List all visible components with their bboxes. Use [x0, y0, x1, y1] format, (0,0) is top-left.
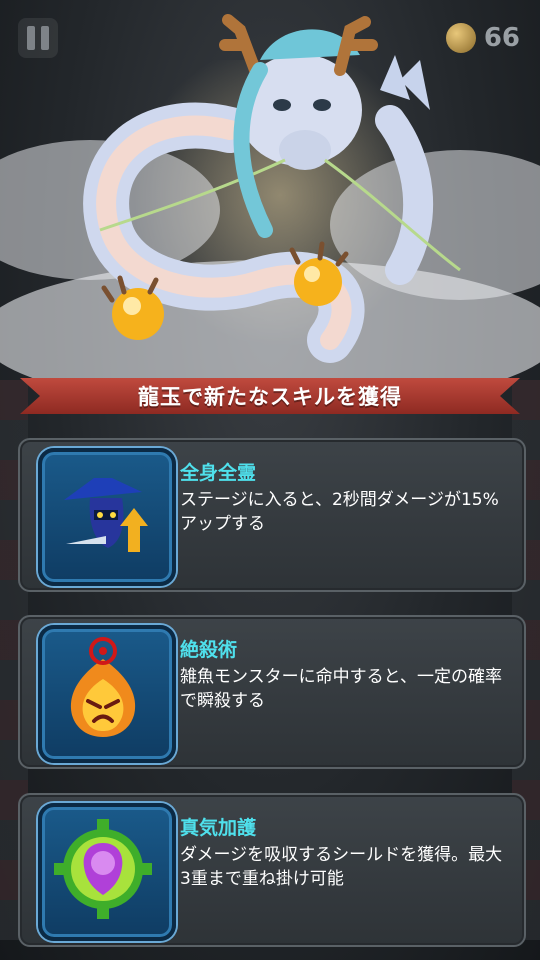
skill-card[interactable]: 全身全霊 ステージに入ると、2秒間ダメージが15%アップする	[18, 438, 526, 592]
pause-icon	[27, 26, 35, 50]
coin-count: 66	[483, 23, 520, 53]
ninja-sword-powerup-icon	[64, 478, 148, 552]
angry-flame-face-icon	[70, 637, 136, 737]
coin-counter: 66	[445, 18, 520, 58]
banner-title: 龍玉で新たなスキルを獲得	[138, 385, 402, 409]
skill-description: ステージに入ると、2秒間ダメージが15%アップする	[180, 490, 499, 534]
skill-name: 絶殺術	[180, 639, 238, 661]
leaf-coin-icon	[445, 23, 476, 53]
pause-icon-bar	[41, 26, 49, 50]
skill-banner: 龍玉で新たなスキルを獲得	[20, 378, 520, 414]
skill-icon-frame	[38, 448, 176, 586]
purple-shield-gear-icon	[54, 819, 152, 919]
skill-icon-frame	[38, 625, 176, 763]
skill-name: 全身全霊	[180, 462, 257, 484]
pause-button[interactable]	[18, 18, 58, 58]
skill-icon-frame	[38, 803, 176, 941]
skill-card[interactable]: 真気加護 ダメージを吸収するシールドを獲得。最大3重まで重ね掛け可能	[18, 793, 526, 947]
skill-name: 真気加護	[180, 817, 257, 839]
skill-card[interactable]: 絶殺術 雑魚モンスターに命中すると、一定の確率で瞬殺する	[18, 615, 526, 769]
skill-description: 雑魚モンスターに命中すると、一定の確率で瞬殺する	[180, 667, 502, 711]
skill-description: ダメージを吸収するシールドを獲得。最大3重まで重ね掛け可能	[180, 845, 503, 889]
